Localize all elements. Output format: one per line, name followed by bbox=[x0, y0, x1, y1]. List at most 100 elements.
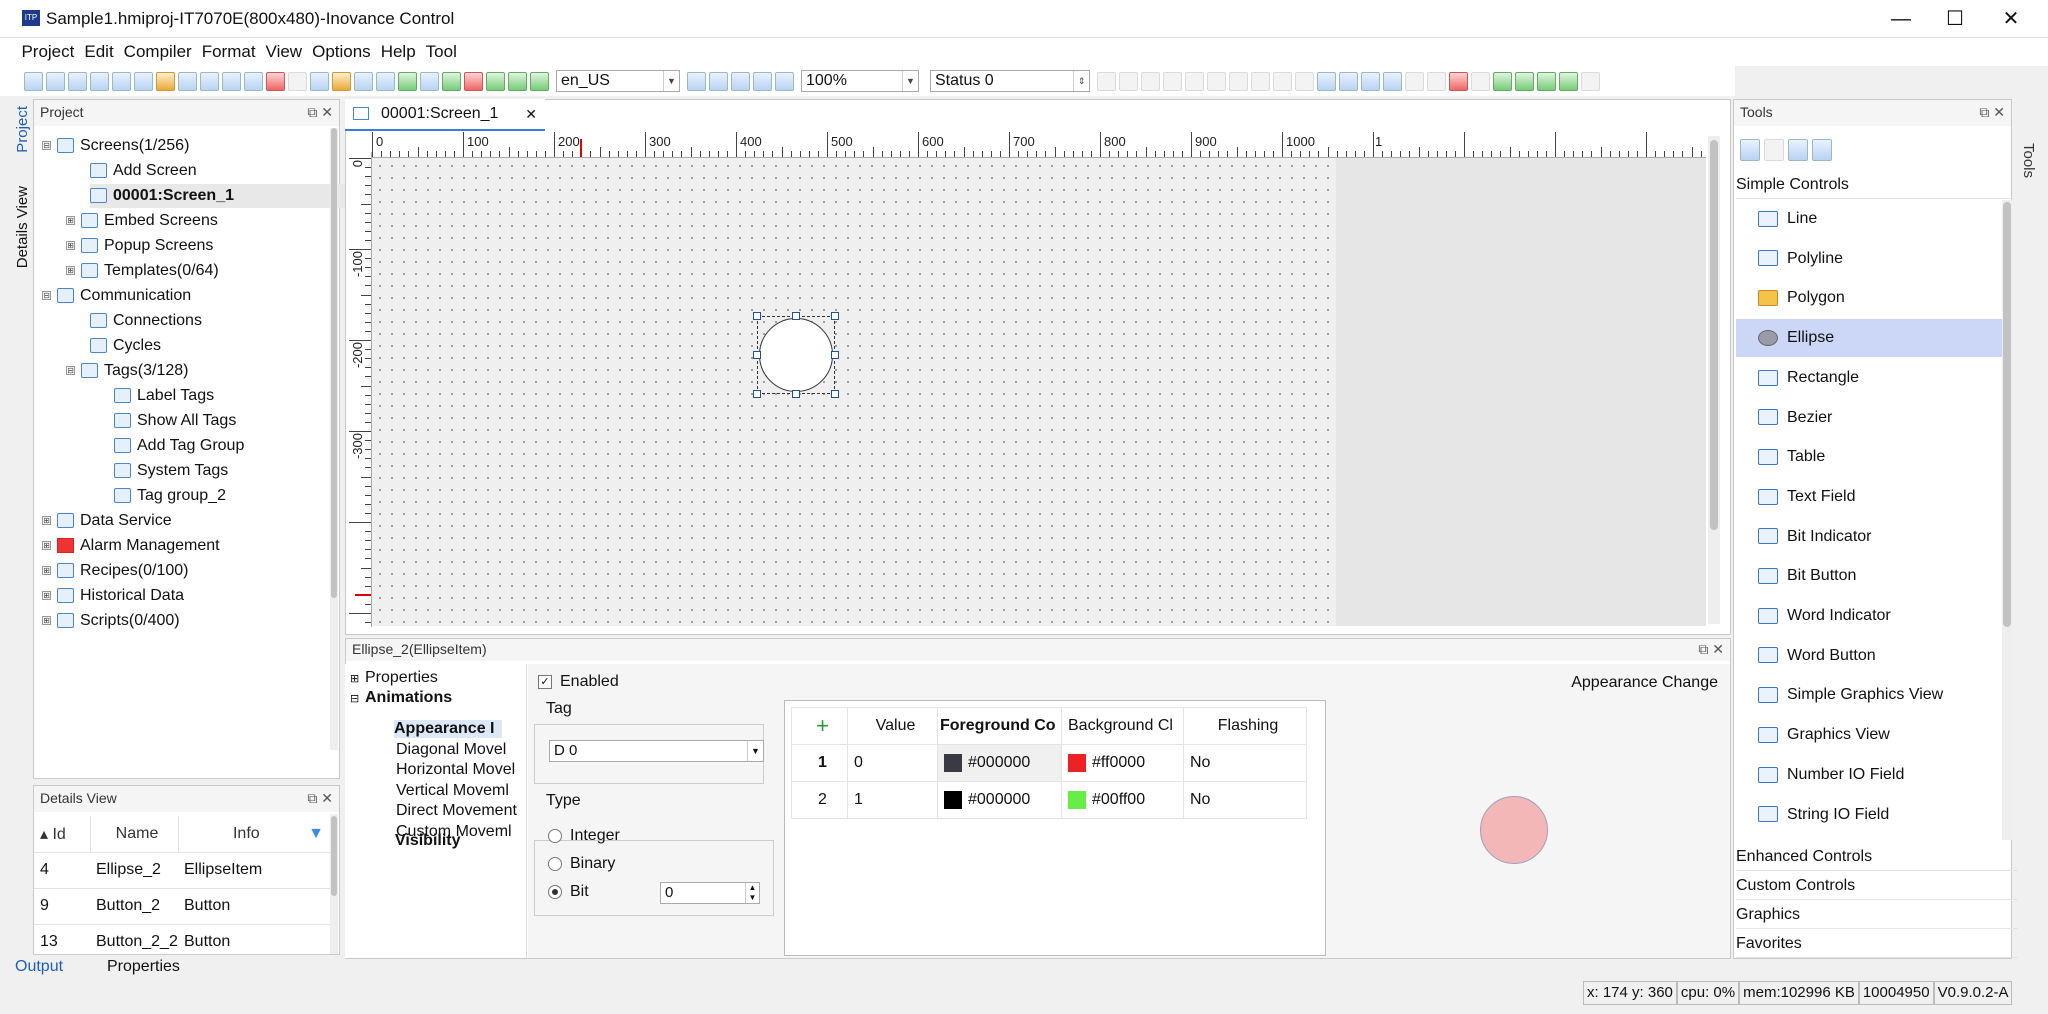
tool-graphics-view[interactable]: Graphics View bbox=[1736, 716, 2006, 754]
cut-icon[interactable] bbox=[200, 71, 219, 91]
col-foreground[interactable]: Foreground Co bbox=[937, 707, 1062, 745]
fg-color-swatch[interactable] bbox=[944, 790, 962, 809]
fg-cell[interactable]: #000000 bbox=[937, 781, 1062, 819]
download-icon[interactable] bbox=[398, 71, 417, 91]
tree-item[interactable]: ⊞ Scripts(0/400) bbox=[42, 609, 180, 633]
zoom-select[interactable]: 100% ▼ bbox=[801, 70, 919, 92]
download-screen-icon[interactable] bbox=[508, 71, 527, 91]
vtab-project[interactable]: Project bbox=[14, 106, 31, 153]
tree-animations[interactable]: ⊟ Animations bbox=[350, 689, 452, 707]
row-number[interactable]: 2 bbox=[791, 781, 848, 819]
project-scrollbar[interactable] bbox=[330, 128, 338, 750]
state-row[interactable]: 2 1 #000000 #00ff00 No bbox=[791, 781, 1307, 819]
tab-output[interactable]: Output bbox=[15, 958, 63, 976]
save-icon[interactable] bbox=[90, 71, 109, 91]
col-name[interactable]: Name bbox=[90, 816, 179, 853]
zoom-out-icon[interactable] bbox=[775, 71, 794, 91]
close-tab-icon[interactable]: ✕ bbox=[525, 99, 537, 129]
grid-icon[interactable] bbox=[709, 71, 728, 91]
menu-view[interactable]: View bbox=[261, 38, 308, 62]
section-favorites[interactable]: Favorites bbox=[1736, 929, 2018, 958]
col-value[interactable]: Value bbox=[847, 707, 938, 745]
align-left-icon[interactable] bbox=[1097, 71, 1116, 91]
ungroup-icon[interactable] bbox=[1427, 71, 1446, 91]
type-integer-radio[interactable]: Integer bbox=[548, 827, 620, 845]
bg-cell[interactable]: #00ff00 bbox=[1061, 781, 1184, 819]
tree-item[interactable]: Add Tag Group bbox=[114, 434, 244, 458]
compile-icon[interactable] bbox=[332, 71, 351, 91]
paste-icon[interactable] bbox=[244, 71, 263, 91]
lock-icon[interactable] bbox=[1449, 71, 1468, 91]
col-id[interactable]: ▴ Id bbox=[34, 816, 91, 853]
flashing-cell[interactable]: No bbox=[1183, 781, 1307, 819]
add-row-button[interactable]: + bbox=[791, 707, 848, 745]
tool-bit-indicator[interactable]: Bit Indicator bbox=[1736, 518, 2006, 556]
screen-canvas[interactable] bbox=[372, 158, 1336, 626]
resize-handle[interactable] bbox=[831, 390, 839, 398]
row-number[interactable]: 1 bbox=[791, 744, 848, 782]
resize-handle[interactable] bbox=[792, 390, 800, 398]
expander-icon[interactable]: ⊟ bbox=[42, 291, 51, 301]
tool-simple-graphics-view[interactable]: Simple Graphics View bbox=[1736, 676, 2006, 714]
menu-tool[interactable]: Tool bbox=[421, 38, 462, 62]
details-scrollbar[interactable] bbox=[330, 814, 338, 954]
unlock-icon[interactable] bbox=[1471, 71, 1490, 91]
language-select[interactable]: en_US ▼ bbox=[556, 70, 680, 92]
section-graphics[interactable]: Graphics bbox=[1736, 900, 2018, 929]
fg-cell[interactable]: #000000 bbox=[937, 744, 1062, 782]
panel-dock-close-icon[interactable]: ⧉ ✕ bbox=[1979, 100, 2005, 124]
open-project-icon[interactable] bbox=[46, 71, 65, 91]
bg-color-swatch[interactable] bbox=[1068, 790, 1086, 809]
section-custom-controls[interactable]: Custom Controls bbox=[1736, 871, 2018, 900]
tool-word-indicator[interactable]: Word Indicator bbox=[1736, 597, 2006, 635]
enabled-checkbox[interactable]: ✓ Enabled bbox=[538, 673, 619, 691]
table-row[interactable]: 13 Button_2_2 Button bbox=[34, 924, 330, 954]
bring-forward-icon[interactable] bbox=[1537, 71, 1556, 91]
canvas-scrollbar[interactable] bbox=[1708, 136, 1720, 624]
flashing-cell[interactable]: No bbox=[1183, 744, 1307, 782]
panel-dock-close-icon[interactable]: ⧉ ✕ bbox=[307, 100, 333, 124]
tree-properties[interactable]: ⊞ Properties bbox=[350, 669, 438, 687]
tool-number-io-field[interactable]: Number IO Field bbox=[1736, 756, 2006, 794]
maximize-button[interactable]: ☐ bbox=[1932, 4, 1978, 34]
ellipse-shape[interactable] bbox=[759, 318, 833, 392]
filter-icon[interactable]: ▼ bbox=[308, 825, 324, 843]
tree-item[interactable]: ⊟ Communication bbox=[42, 284, 191, 308]
type-binary-radio[interactable]: Binary bbox=[548, 855, 615, 873]
value-cell[interactable]: 0 bbox=[847, 744, 938, 782]
align-middle-icon[interactable] bbox=[1185, 71, 1204, 91]
expander-icon[interactable]: ⊞ bbox=[42, 566, 51, 576]
expander-icon[interactable]: ⊞ bbox=[66, 216, 75, 226]
value-cell[interactable]: 1 bbox=[847, 781, 938, 819]
tree-item[interactable]: ⊞ Alarm Management bbox=[42, 534, 220, 558]
table-row[interactable]: 4 Ellipse_2 EllipseItem bbox=[34, 852, 330, 889]
resize-handle[interactable] bbox=[831, 351, 839, 359]
animation-item[interactable]: Appearance I bbox=[394, 720, 503, 738]
tool-table[interactable]: Table bbox=[1736, 438, 2006, 476]
menu-help[interactable]: Help bbox=[376, 38, 421, 62]
table-row[interactable]: 9 Button_2 Button bbox=[34, 888, 330, 925]
tree-item[interactable]: ⊞ Popup Screens bbox=[66, 234, 213, 258]
print-icon[interactable] bbox=[134, 71, 153, 91]
expander-icon[interactable]: ⊟ bbox=[42, 141, 51, 151]
pointer-mode-icon[interactable] bbox=[1740, 139, 1760, 161]
animation-item[interactable]: Custom Moveml bbox=[396, 823, 512, 841]
zoom-in-icon[interactable] bbox=[753, 71, 772, 91]
resize-handle[interactable] bbox=[753, 312, 761, 320]
align-top-icon[interactable] bbox=[1163, 71, 1182, 91]
vtab-tools[interactable]: Tools bbox=[2020, 143, 2037, 178]
expander-icon[interactable]: ⊞ bbox=[66, 266, 75, 276]
expander-icon[interactable]: ⊞ bbox=[42, 516, 51, 526]
panel-dock-close-icon[interactable]: ⧉ ✕ bbox=[307, 786, 333, 810]
tree-item[interactable]: Connections bbox=[90, 309, 202, 333]
simulate-icon[interactable] bbox=[354, 71, 373, 91]
tool-string-io-field[interactable]: String IO Field bbox=[1736, 796, 2006, 834]
tree-item[interactable]: ⊞ Data Service bbox=[42, 509, 172, 533]
tree-item[interactable]: System Tags bbox=[114, 459, 228, 483]
list-view-icon[interactable] bbox=[1788, 139, 1808, 161]
send-backward-icon[interactable] bbox=[1559, 71, 1578, 91]
col-flashing[interactable]: Flashing bbox=[1183, 707, 1307, 745]
refresh-icon[interactable] bbox=[442, 71, 461, 91]
tree-item[interactable]: Show All Tags bbox=[114, 409, 236, 433]
download-all-icon[interactable] bbox=[486, 71, 505, 91]
